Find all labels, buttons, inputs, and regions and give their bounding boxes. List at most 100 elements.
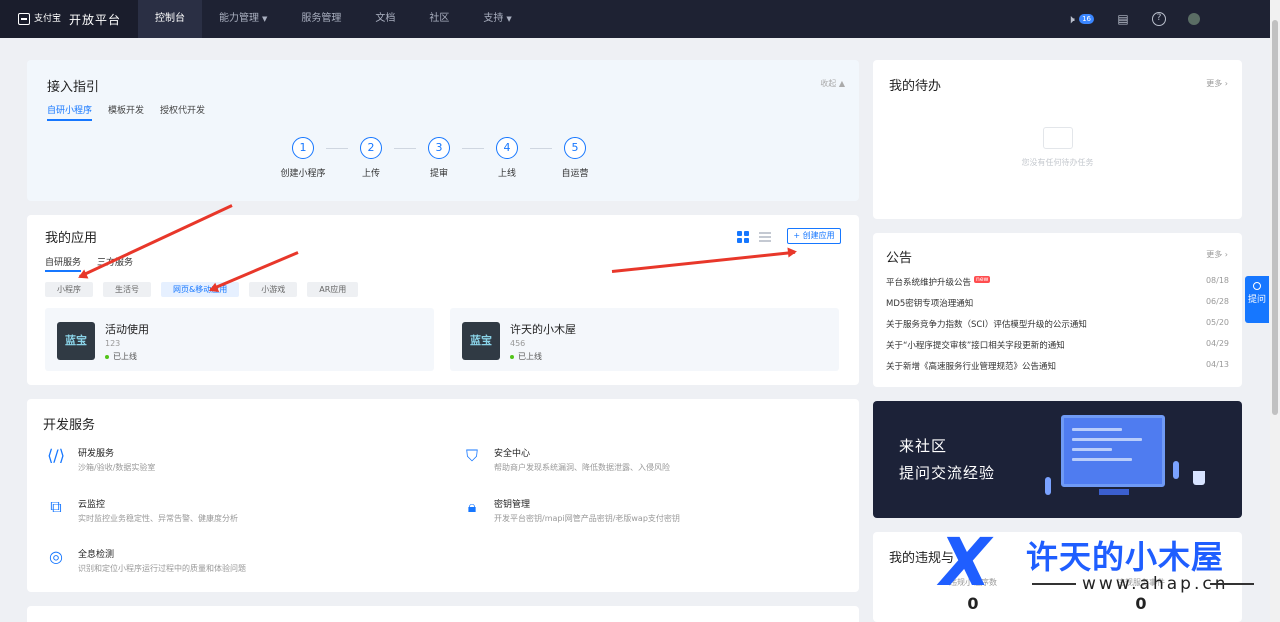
document-icon[interactable]: ▤ <box>1116 12 1130 26</box>
notice-item[interactable]: MD5密钥专项治理通知 06/28 <box>886 297 1229 311</box>
page-scrollbar[interactable] <box>1270 0 1280 622</box>
code-icon: ⟨/⟩ <box>47 446 65 465</box>
chevron-up-icon: ▲ <box>838 79 845 88</box>
collapse-button[interactable]: 收起 ▲ <box>820 78 845 89</box>
service-item[interactable]: 🔒︎ 密钥管理 开发平台密钥/mapi网管产品密钥/老版wap支付密钥 <box>461 496 821 536</box>
notice-date: 04/29 <box>1205 339 1229 348</box>
nav-console[interactable]: 控制台 <box>138 0 202 38</box>
step-number: 4 <box>496 137 518 159</box>
step-label: 提审 <box>429 169 448 179</box>
illustration-screen-icon <box>1061 415 1165 487</box>
service-desc: 实时监控业务稳定性、异常告警、健康度分析 <box>78 514 238 523</box>
watermark-rule <box>1210 583 1254 585</box>
app-logo-icon: 蓝宝 <box>462 322 500 360</box>
step-label: 自运营 <box>561 169 589 179</box>
step-label: 上传 <box>361 169 380 179</box>
avatar[interactable] <box>1188 13 1200 25</box>
watermark-logo-icon: X <box>940 524 991 601</box>
service-item[interactable]: ◎ 全息检测 识别和定位小程序运行过程中的质量和体验问题 <box>45 546 405 586</box>
main-nav: 控制台 能力管理 ▼ 服务管理 文档 社区 支持 ▼ <box>138 0 529 38</box>
watermark-title: 许天的小木屋 <box>1026 538 1225 576</box>
guide-tab[interactable]: 授权代开发 <box>160 103 205 121</box>
guide-tabs: 自研小程序 模板开发 授权代开发 <box>47 103 221 121</box>
nav-label: 支持 <box>483 13 504 24</box>
nav-label: 社区 <box>429 13 450 24</box>
step-connector <box>326 148 348 149</box>
service-title: 全息检测 <box>78 550 115 560</box>
step: 1 创建小程序 <box>280 137 326 179</box>
create-app-button[interactable]: + 创建应用 <box>787 228 841 244</box>
community-line2: 提问交流经验 <box>899 464 996 482</box>
floating-help-button[interactable]: 提问 <box>1245 276 1269 323</box>
watermark-rule <box>1032 583 1076 585</box>
notice-item[interactable]: 平台系统维护升级公告 new 08/18 <box>886 276 1229 290</box>
monitor-icon: ⧉ <box>50 497 62 516</box>
nav-community[interactable]: 社区 <box>412 0 466 38</box>
app-type-filters: 小程序 生活号 网页&移动应用 小游戏 AR应用 <box>45 282 368 297</box>
service-title: 密钥管理 <box>494 500 531 510</box>
step-number: 2 <box>360 137 382 159</box>
notice-text: 平台系统维护升级公告 <box>886 278 972 288</box>
step-connector <box>530 148 552 149</box>
service-item[interactable]: ⧉ 云监控 实时监控业务稳定性、异常告警、健康度分析 <box>45 496 405 536</box>
dev-title: 开发服务 <box>43 418 96 433</box>
app-card[interactable]: 蓝宝 活动使用 123 已上线 <box>45 308 434 371</box>
service-title: 云监控 <box>78 500 106 510</box>
app-card[interactable]: 蓝宝 许天的小木屋 456 已上线 <box>450 308 839 371</box>
onboarding-guide-card: 接入指引 收起 ▲ 自研小程序 模板开发 授权代开发 1 创建小程序 2 上传 3 提… <box>27 60 859 201</box>
notice-item[interactable]: 关于服务竞争力指数（SCI）评估模型升级的公示通知 05/20 <box>886 318 1229 332</box>
filter-chip[interactable]: 网页&移动应用 <box>161 282 240 297</box>
notice-date: 06/28 <box>1205 297 1229 306</box>
app-id: 123 <box>105 339 121 348</box>
brand[interactable]: 支付宝 开放平台 <box>0 0 138 38</box>
empty-text: 您没有任何待办任务 <box>1021 158 1094 167</box>
notice-more-link[interactable]: 更多 › <box>1206 249 1228 260</box>
notice-date: 08/18 <box>1205 276 1229 285</box>
step: 4 上线 <box>484 137 530 179</box>
scrollbar-thumb[interactable] <box>1272 20 1278 415</box>
notice-item[interactable]: 关于“小程序提交审核”接口相关字段更新的通知 04/29 <box>886 339 1229 353</box>
step-label: 上线 <box>497 169 516 179</box>
next-card-edge <box>27 606 859 622</box>
todo-more-link[interactable]: 更多 › <box>1206 78 1228 89</box>
list-view-icon[interactable] <box>759 231 771 243</box>
illustration-cup-icon <box>1193 471 1205 485</box>
brand-sub: 支付宝 <box>34 13 62 24</box>
guide-title: 接入指引 <box>47 80 100 95</box>
step: 5 自运营 <box>552 137 598 179</box>
more-label: 更多 <box>1206 79 1223 88</box>
watermark-url: www.ahap.cn <box>1082 574 1229 594</box>
app-tab[interactable]: 自研服务 <box>45 255 82 272</box>
grid-view-icon[interactable] <box>737 231 749 243</box>
service-item[interactable]: ⟨/⟩ 研发服务 沙箱/验收/数据实验室 <box>45 445 405 485</box>
app-id: 456 <box>510 339 526 348</box>
nav-service-mgmt[interactable]: 服务管理 <box>284 0 358 38</box>
guide-tab[interactable]: 模板开发 <box>108 103 144 121</box>
nav-docs[interactable]: 文档 <box>358 0 412 38</box>
chevron-down-icon: ▼ <box>506 15 512 23</box>
notice-text: 关于服务竞争力指数（SCI）评估模型升级的公示通知 <box>886 320 1087 330</box>
filter-chip[interactable]: 小游戏 <box>249 282 298 297</box>
guide-tab[interactable]: 自研小程序 <box>47 103 93 121</box>
help-icon[interactable]: ? <box>1152 12 1166 26</box>
chevron-down-icon: ▼ <box>262 15 268 23</box>
speaker-icon[interactable]: 🕨 <box>1064 12 1078 26</box>
nav-support[interactable]: 支持 ▼ <box>466 0 528 38</box>
todo-title: 我的待办 <box>889 79 942 94</box>
shield-icon: ⛉ <box>465 446 478 465</box>
step-label: 创建小程序 <box>280 169 326 179</box>
new-badge: new <box>974 276 991 283</box>
filter-chip[interactable]: 生活号 <box>103 282 151 297</box>
notice-item[interactable]: 关于新增《高速服务行业管理规范》公告通知 04/13 <box>886 360 1229 374</box>
notice-text: 关于“小程序提交审核”接口相关字段更新的通知 <box>886 341 1065 351</box>
notice-text: 关于新增《高速服务行业管理规范》公告通知 <box>886 362 1057 372</box>
nav-label: 控制台 <box>155 13 185 24</box>
guide-steps: 1 创建小程序 2 上传 3 提审 4 上线 5 自运营 <box>280 137 598 179</box>
community-banner[interactable]: 来社区 提问交流经验 <box>873 401 1242 518</box>
service-item[interactable]: ⛉ 安全中心 帮助商户发现系统漏洞、降低数据泄露、入侵风险 <box>461 445 821 485</box>
status-text: 已上线 <box>518 352 542 361</box>
filter-chip[interactable]: AR应用 <box>307 282 359 297</box>
nav-capability[interactable]: 能力管理 ▼ <box>202 0 284 38</box>
nav-label: 文档 <box>375 13 396 24</box>
filter-chip[interactable]: 小程序 <box>45 282 93 297</box>
